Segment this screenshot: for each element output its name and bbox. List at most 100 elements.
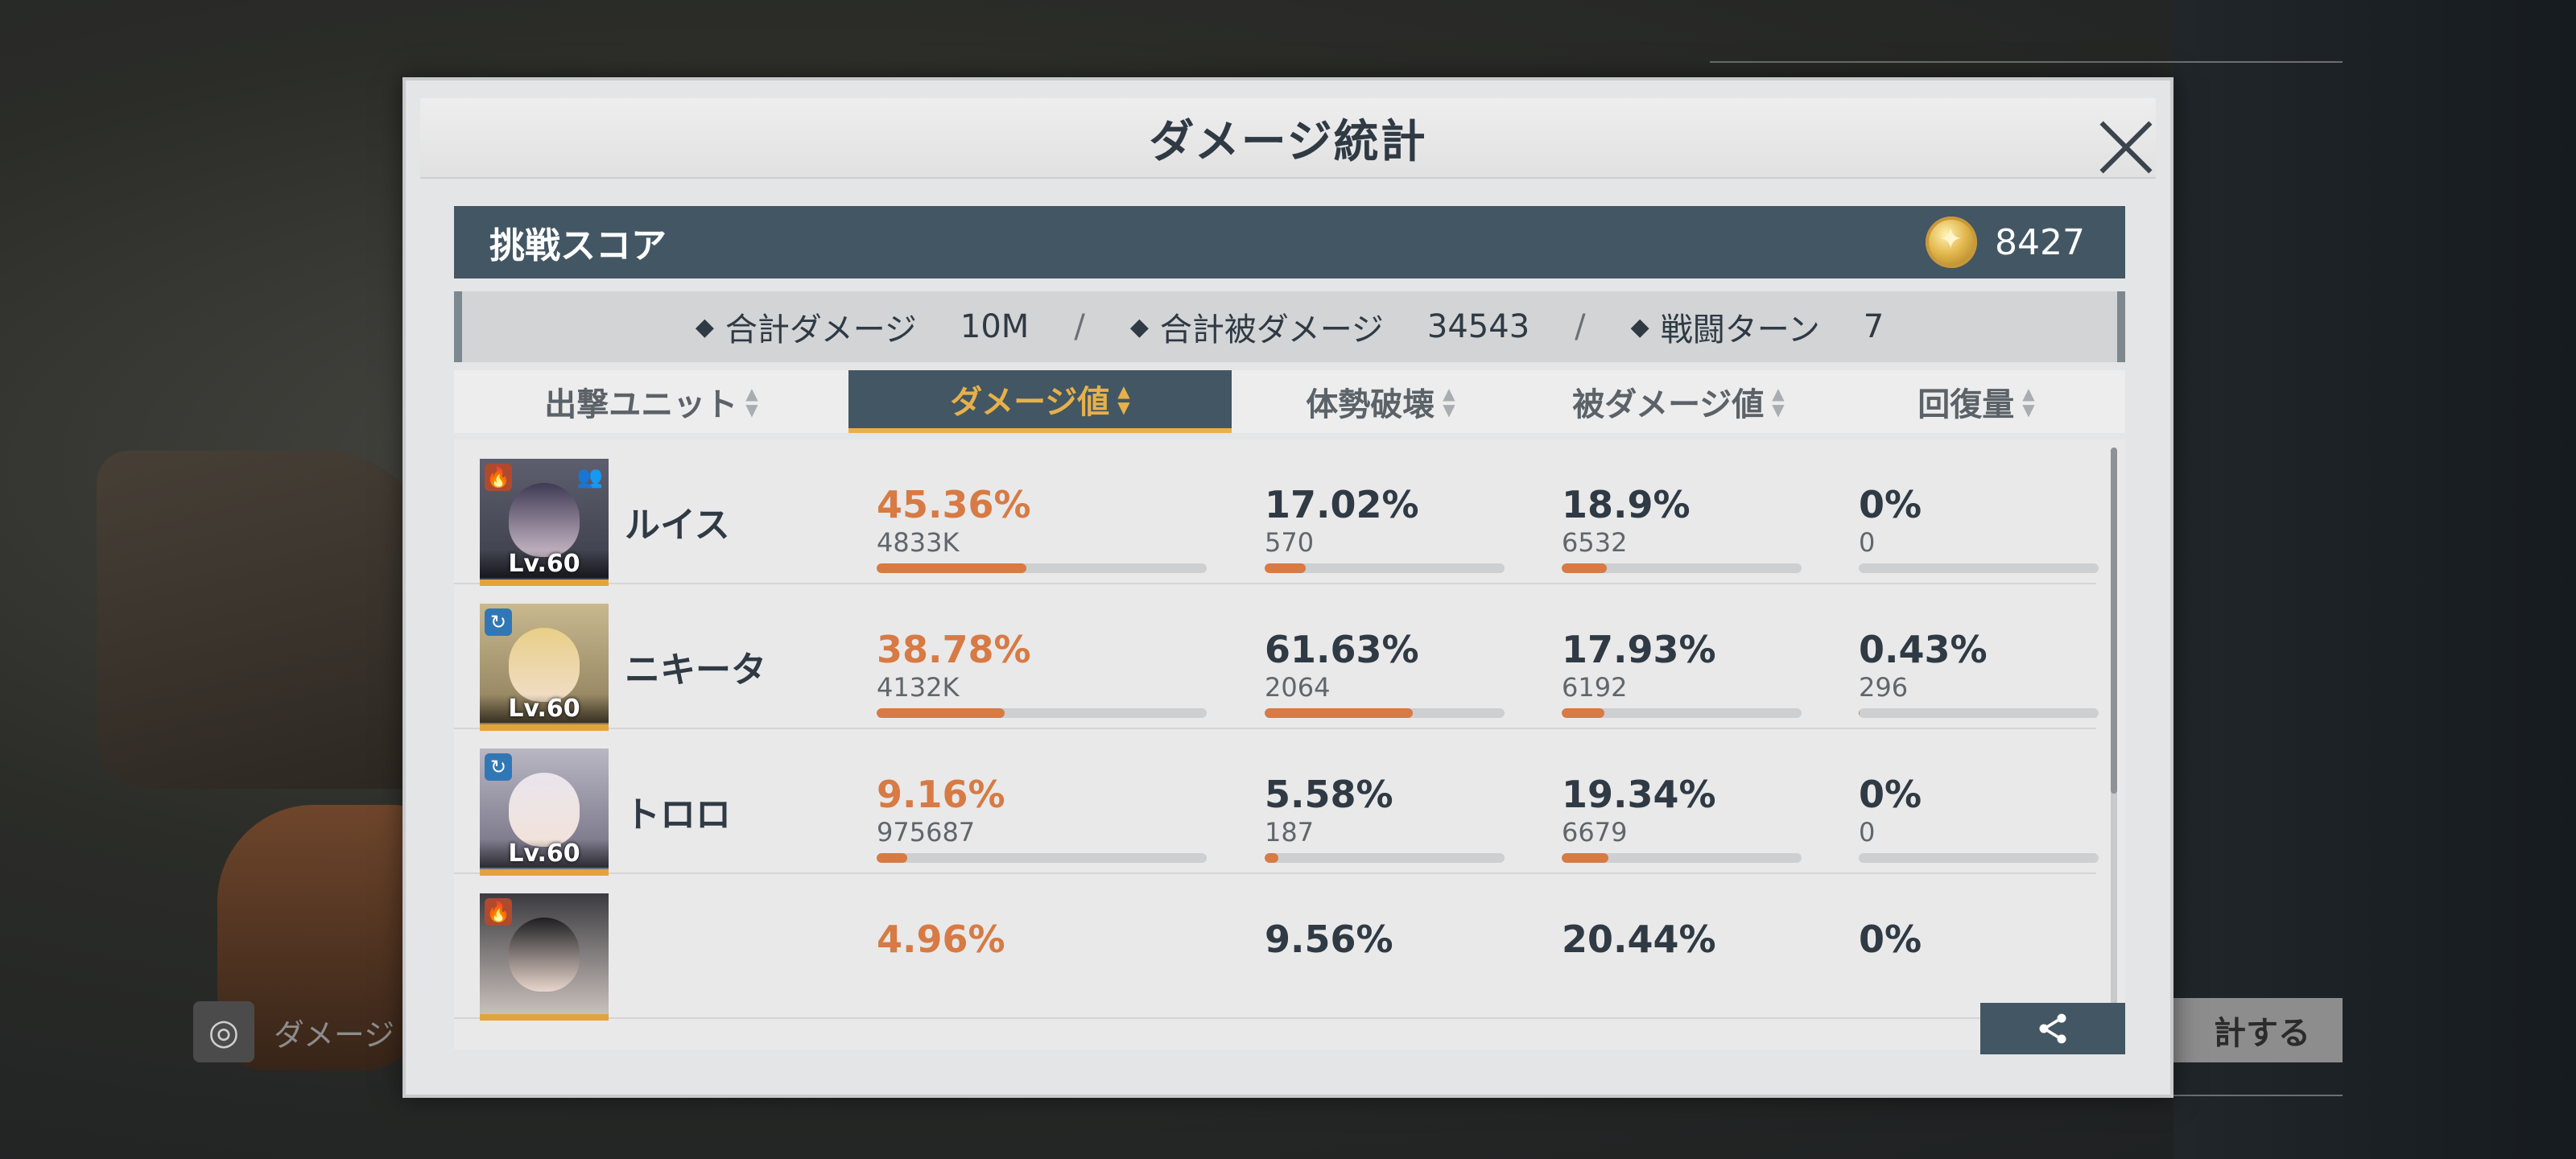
- heal-stat: 0% 0: [1859, 486, 2099, 573]
- group-icon: 👥: [576, 465, 604, 489]
- heal-stat: 0%: [1859, 921, 1922, 958]
- unit-portrait[interactable]: 🔥: [480, 893, 609, 1021]
- damage-bar-fill: [877, 853, 907, 863]
- heal-stat: 0% 0: [1859, 776, 2099, 863]
- taken-percent: 20.44%: [1562, 918, 1716, 961]
- damage-percent: 9.16%: [877, 773, 1005, 816]
- portrait-image: [509, 483, 580, 557]
- heal-percent: 0%: [1859, 483, 1922, 526]
- break-percent: 5.58%: [1265, 773, 1393, 816]
- table-row: ↻ Lv.60 ニキータ 38.78% 4132K 61.63% 2064 17…: [454, 584, 2099, 731]
- damage-bar: [877, 708, 1207, 718]
- total-damage-taken: ◆ 合計被ダメージ 34543: [1130, 303, 1530, 350]
- break-percent: 9.56%: [1265, 918, 1393, 961]
- total-damage-label: 合計ダメージ: [724, 311, 917, 349]
- break-percent: 61.63%: [1265, 628, 1419, 671]
- column-header-heal[interactable]: 回復量 ▲ ▼: [1827, 370, 2125, 433]
- break-value: 570: [1265, 527, 1315, 558]
- taken-value: 6532: [1562, 527, 1628, 558]
- damage-stat: 9.16% 975687: [877, 776, 1207, 863]
- column-header-damage-taken[interactable]: 被ダメージ値 ▲ ▼: [1530, 370, 1827, 433]
- damage-bar-fill: [877, 563, 1026, 573]
- heal-percent: 0.43%: [1859, 628, 1988, 671]
- taken-bar-fill: [1562, 853, 1608, 863]
- sort-icon: ▲ ▼: [745, 384, 758, 419]
- taken-percent: 19.34%: [1562, 773, 1716, 816]
- break-stat: 61.63% 2064: [1265, 631, 1505, 718]
- heal-bar: [1859, 563, 2099, 573]
- table-row: ↻ Lv.60 トロロ 9.16% 975687 5.58% 187 19.34…: [454, 729, 2099, 876]
- unit-portrait[interactable]: 🔥 👥 Lv.60: [480, 459, 609, 586]
- damage-value: 4833K: [877, 527, 960, 558]
- damage-value: 975687: [877, 817, 976, 848]
- portrait-image: [509, 628, 580, 702]
- diamond-icon: ◆: [1630, 312, 1649, 341]
- battle-turns-label: 戦闘ターン: [1660, 311, 1820, 349]
- column-header-label: 体勢破壊: [1306, 386, 1435, 423]
- close-button[interactable]: [2096, 118, 2156, 177]
- share-button[interactable]: [1980, 1003, 2125, 1054]
- heal-value: 296: [1859, 672, 1909, 703]
- dialog-title-bar: ダメージ統計: [420, 98, 2156, 179]
- portrait-image: [509, 773, 580, 847]
- unit-portrait[interactable]: ↻ Lv.60: [480, 749, 609, 876]
- taken-stat: 19.34% 6679: [1562, 776, 1802, 863]
- battle-turns: ◆ 戦闘ターン 7: [1631, 303, 1885, 350]
- unit-level: Lv.60: [480, 839, 609, 868]
- share-icon: [2039, 1013, 2066, 1044]
- column-header-break[interactable]: 体勢破壊 ▲ ▼: [1232, 370, 1530, 433]
- unit-portrait[interactable]: ↻ Lv.60: [480, 604, 609, 731]
- battle-turns-value: 7: [1863, 308, 1885, 345]
- heal-bar: [1859, 708, 2099, 718]
- list-scrollbar[interactable]: [2111, 448, 2117, 1027]
- unit-stats-list[interactable]: 🔥 👥 Lv.60 ルイス 45.36% 4833K 17.02% 570 18…: [454, 439, 2125, 1050]
- damage-bar: [877, 563, 1207, 573]
- scrollbar-thumb[interactable]: [2111, 448, 2117, 794]
- damage-percent: 4.96%: [877, 918, 1005, 961]
- taken-bar: [1562, 708, 1802, 718]
- column-header-label: 被ダメージ値: [1572, 386, 1765, 423]
- unit-level: Lv.60: [480, 550, 609, 578]
- taken-stat: 17.93% 6192: [1562, 631, 1802, 718]
- fire-element-icon: 🔥: [485, 464, 512, 491]
- break-stat: 5.58% 187: [1265, 776, 1505, 863]
- table-row: 🔥 👥 Lv.60 ルイス 45.36% 4833K 17.02% 570 18…: [454, 439, 2099, 586]
- dialog-title: ダメージ統計: [1149, 115, 1427, 168]
- diamond-icon: ◆: [695, 312, 714, 341]
- break-value: 187: [1265, 817, 1315, 848]
- heal-stat: 0.43% 296: [1859, 631, 2099, 718]
- damage-bar: [877, 853, 1207, 863]
- damage-stat: 4.96%: [877, 921, 1005, 958]
- sort-icon: ▲ ▼: [1443, 384, 1455, 419]
- heal-bar-fill: [1859, 708, 1860, 718]
- totals-summary: ◆ 合計ダメージ 10M / ◆ 合計被ダメージ 34543 / ◆ 戦闘ターン…: [454, 291, 2125, 362]
- damage-stat: 38.78% 4132K: [877, 631, 1207, 718]
- sort-icon: ▲ ▼: [2022, 384, 2035, 419]
- target-icon: ◎: [193, 1001, 254, 1062]
- taken-bar-fill: [1562, 563, 1608, 573]
- heal-percent: 0%: [1859, 773, 1922, 816]
- break-bar: [1265, 853, 1505, 863]
- column-header-unit[interactable]: 出撃ユニット ▲ ▼: [454, 370, 848, 433]
- table-row: 🔥 4.96% 9.56% 20.44% 0%: [454, 874, 2096, 1021]
- unit-name: トロロ: [625, 794, 731, 835]
- break-bar-fill: [1265, 563, 1306, 573]
- damage-percent: 38.78%: [877, 628, 1031, 671]
- heal-bar: [1859, 853, 2099, 863]
- cycle-element-icon: ↻: [485, 608, 512, 636]
- break-stat: 9.56%: [1265, 921, 1393, 958]
- background-damage-button: ◎ ダメージ: [193, 1001, 402, 1062]
- total-damage-taken-label: 合計被ダメージ: [1159, 311, 1384, 349]
- separator: /: [1575, 308, 1586, 345]
- heal-percent: 0%: [1859, 918, 1922, 961]
- background-panel: [2174, 0, 2576, 1159]
- column-header-label: 回復量: [1918, 386, 2015, 423]
- taken-value: 6192: [1562, 672, 1628, 703]
- fire-element-icon: 🔥: [485, 898, 512, 926]
- portrait-image: [509, 918, 580, 992]
- background-divider: [1710, 61, 2343, 63]
- column-header-damage[interactable]: ダメージ値 ▲ ▼: [848, 370, 1232, 433]
- unit-name: ニキータ: [625, 650, 766, 691]
- unit-name: ルイス: [625, 505, 730, 546]
- heal-value: 0: [1859, 527, 1876, 558]
